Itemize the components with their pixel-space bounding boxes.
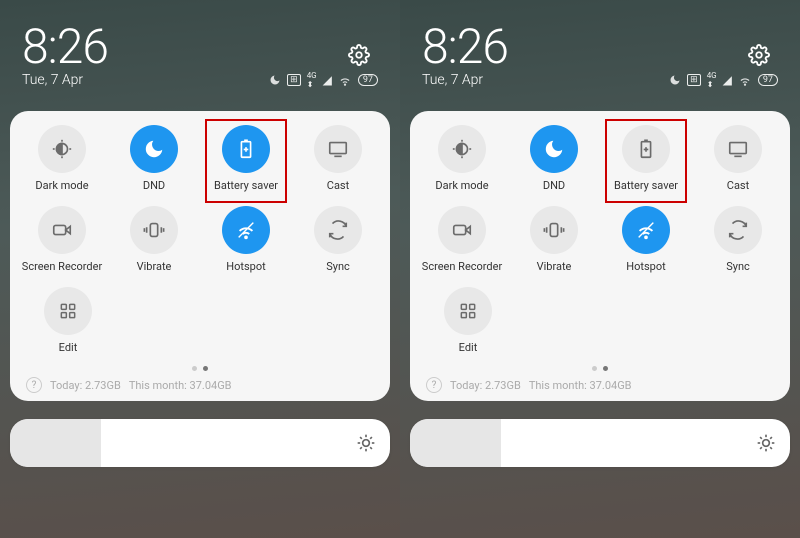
clock-time: 8:26 [422, 18, 778, 75]
data-usage-row[interactable]: ? Today: 2.73GB This month: 37.04GB [426, 377, 774, 393]
settings-button[interactable] [348, 44, 370, 66]
tile-label: Edit [459, 341, 478, 354]
tile-label: DND [143, 179, 165, 192]
page-indicator[interactable] [416, 366, 784, 371]
tile-label: Sync [726, 260, 750, 273]
tile-dark-mode[interactable]: Dark mode [16, 125, 108, 192]
battery-indicator: 97 [758, 74, 778, 86]
highlight-frame [605, 119, 687, 203]
brightness-slider[interactable] [410, 419, 790, 467]
tile-edit[interactable]: Edit [28, 287, 108, 354]
tile-vibrate[interactable]: Vibrate [508, 206, 600, 273]
tile-cast[interactable]: Cast [292, 125, 384, 192]
tile-sync[interactable]: Sync [692, 206, 784, 273]
cast-icon [314, 125, 362, 173]
edit-icon [444, 287, 492, 335]
info-icon: ? [26, 377, 42, 393]
tile-label: Screen Recorder [422, 260, 502, 273]
signal-icon: ◢ [323, 73, 332, 87]
tile-label: Hotspot [626, 260, 665, 273]
battery-indicator: 97 [358, 74, 378, 86]
wifi-icon [738, 73, 752, 87]
status-bar: 8:26 Tue, 7 Apr ⊞ 4G⬍ ◢ 97 [400, 0, 800, 97]
tile-sync[interactable]: Sync [292, 206, 384, 273]
info-icon: ? [426, 377, 442, 393]
tile-label: Dark mode [35, 179, 88, 192]
brightness-high-icon [356, 433, 376, 453]
quick-settings-panel: Dark mode DND Battery saver Cast Screen … [410, 111, 790, 401]
tile-cast[interactable]: Cast [692, 125, 784, 192]
tile-label: DND [543, 179, 565, 192]
status-icons: ⊞ 4G⬍ ◢ 97 [669, 71, 778, 89]
wifi-icon [338, 73, 352, 87]
hotspot-icon [222, 206, 270, 254]
status-bar: 8:26 Tue, 7 Apr ⊞ 4G⬍ ◢ 97 [0, 0, 400, 97]
sim-icon: ⊞ [287, 74, 301, 86]
brightness-slider[interactable] [10, 419, 390, 467]
page-indicator[interactable] [16, 366, 384, 371]
data-usage-row[interactable]: ? Today: 2.73GB This month: 37.04GB [26, 377, 374, 393]
hotspot-icon [622, 206, 670, 254]
tile-label: Cast [327, 179, 349, 192]
brightness-fill [10, 419, 101, 467]
data-today: Today: 2.73GB [450, 379, 521, 392]
tile-label: Cast [727, 179, 749, 192]
dnd-icon [530, 125, 578, 173]
settings-button[interactable] [748, 44, 770, 66]
tile-label: Screen Recorder [22, 260, 102, 273]
dnd-icon [130, 125, 178, 173]
sync-icon [714, 206, 762, 254]
tile-battery-saver[interactable]: Battery saver [600, 125, 692, 192]
sync-icon [314, 206, 362, 254]
sim-icon: ⊞ [687, 74, 701, 86]
quick-settings-panel: Dark mode DND Battery saver Cast Screen … [10, 111, 390, 401]
tile-vibrate[interactable]: Vibrate [108, 206, 200, 273]
cast-icon [714, 125, 762, 173]
status-icons: ⊞ 4G⬍ ◢ 97 [269, 71, 378, 89]
phone-screen-0: 8:26 Tue, 7 Apr ⊞ 4G⬍ ◢ 97 Dark mode [0, 0, 400, 538]
tile-edit[interactable]: Edit [428, 287, 508, 354]
clock-time: 8:26 [22, 18, 378, 75]
tile-battery-saver[interactable]: Battery saver [200, 125, 292, 192]
dnd-status-icon [669, 74, 681, 86]
dnd-status-icon [269, 74, 281, 86]
phone-screen-1: 8:26 Tue, 7 Apr ⊞ 4G⬍ ◢ 97 Dark mode [400, 0, 800, 538]
dark-mode-icon [438, 125, 486, 173]
tile-label: Edit [59, 341, 78, 354]
screen-recorder-icon [438, 206, 486, 254]
data-month: This month: 37.04GB [529, 379, 632, 392]
network-icon: 4G⬍ [707, 71, 717, 89]
signal-icon: ◢ [723, 73, 732, 87]
tile-dnd[interactable]: DND [508, 125, 600, 192]
brightness-fill [410, 419, 501, 467]
brightness-high-icon [756, 433, 776, 453]
clock-date: Tue, 7 Apr [422, 72, 483, 88]
dark-mode-icon [38, 125, 86, 173]
data-today: Today: 2.73GB [50, 379, 121, 392]
tile-label: Hotspot [226, 260, 265, 273]
tile-screen-recorder[interactable]: Screen Recorder [416, 206, 508, 273]
tile-dark-mode[interactable]: Dark mode [416, 125, 508, 192]
tile-hotspot[interactable]: Hotspot [600, 206, 692, 273]
tile-label: Vibrate [137, 260, 172, 273]
vibrate-icon [530, 206, 578, 254]
tile-hotspot[interactable]: Hotspot [200, 206, 292, 273]
vibrate-icon [130, 206, 178, 254]
tile-label: Dark mode [435, 179, 488, 192]
tile-screen-recorder[interactable]: Screen Recorder [16, 206, 108, 273]
highlight-frame [205, 119, 287, 203]
screen-recorder-icon [38, 206, 86, 254]
tile-dnd[interactable]: DND [108, 125, 200, 192]
network-icon: 4G⬍ [307, 71, 317, 89]
edit-icon [44, 287, 92, 335]
clock-date: Tue, 7 Apr [22, 72, 83, 88]
tile-label: Sync [326, 260, 350, 273]
tile-label: Vibrate [537, 260, 572, 273]
data-month: This month: 37.04GB [129, 379, 232, 392]
